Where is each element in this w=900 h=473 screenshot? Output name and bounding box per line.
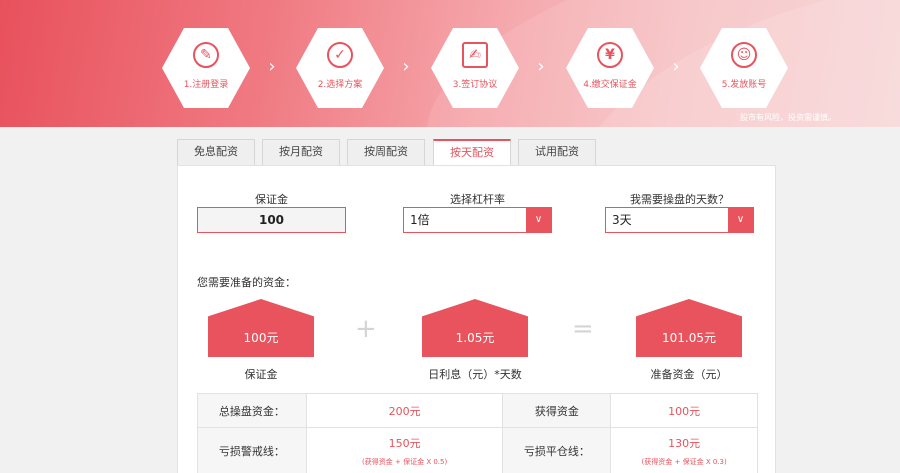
tab-trial[interactable]: 试用配资 [518,139,596,165]
table-row: 总操盘资金： 200元 获得资金 100元 [197,393,758,428]
loss-warning-cell: 150元 (获得资金 + 保证金 X 0.5) [305,427,504,473]
step-register: ✎ 1.注册登录 [162,28,250,108]
interest-caption: 日利息（元）*天数 [428,368,522,381]
step-choose-plan: ✓ 2.选择方案 [296,28,384,108]
obtained-funds-value: 100元 [610,393,758,428]
leverage-select[interactable]: 1倍 ∨ [403,207,552,233]
total-amount-card: 101.05元 [636,299,742,357]
days-value: 3天 [612,213,632,227]
process-banner: ✎ 1.注册登录 › ✓ 2.选择方案 › ✍ 3.签订协议 › ¥ 4.缴交保… [0,0,900,127]
stop-loss-value: 130元 [668,436,701,450]
deposit-input[interactable]: 100 [197,207,346,233]
plus-sign: + [355,314,377,344]
loss-warning-value: 150元 [388,436,421,450]
interest-amount-card: 1.05元 [422,299,528,357]
equals-sign: = [572,314,594,344]
chevron-down-icon[interactable]: ∨ [526,208,551,232]
interest-amount: 1.05元 [455,331,495,345]
check-icon: ✓ [327,42,353,68]
tab-weekly[interactable]: 按周配资 [347,139,425,165]
deposit-caption: 保证金 [244,368,278,381]
loss-warning-label: 亏损警戒线： [197,427,307,473]
step-issue-account: ☺ 5.发放账号 [700,28,788,108]
needed-funds-label: 您需要准备的资金： [197,276,296,289]
table-row: 亏损警戒线： 150元 (获得资金 + 保证金 X 0.5) 亏损平仓线： 13… [197,427,758,473]
total-trading-value: 200元 [305,393,504,428]
leverage-value: 1倍 [410,213,430,227]
loss-warning-formula: (获得资金 + 保证金 X 0.5) [362,457,448,466]
pen-icon: ✎ [193,42,219,68]
risk-notice: 股市有风险，投资需谨慎。 [740,113,836,122]
tab-interest-free[interactable]: 免息配资 [177,139,255,165]
funds-table: 总操盘资金： 200元 获得资金 100元 亏损警戒线： 150元 (获得资金 … [197,393,758,473]
obtained-funds-label: 获得资金 [502,393,612,428]
yen-icon: ¥ [597,42,623,68]
chevron-right-icon: › [268,56,276,77]
total-amount: 101.05元 [662,331,716,345]
tab-monthly[interactable]: 按月配资 [262,139,340,165]
chevron-right-icon: › [402,56,410,77]
user-icon: ☺ [731,42,757,68]
chevron-right-icon: › [672,56,680,77]
deposit-amount: 100元 [243,331,279,345]
tab-daily[interactable]: 按天配资 [433,139,511,166]
stop-loss-formula: (获得资金 + 保证金 X 0.3) [641,457,727,466]
deposit-label: 保证金 [255,193,288,206]
chevron-right-icon: › [537,56,545,77]
days-label: 我需要操盘的天数？ [630,193,729,206]
step-sign-agreement: ✍ 3.签订协议 [431,28,519,108]
step-label: 3.签订协议 [452,80,498,90]
stop-loss-label: 亏损平仓线： [502,427,612,473]
chevron-down-icon[interactable]: ∨ [728,208,753,232]
step-label: 4.缴交保证金 [583,80,637,90]
document-sign-icon: ✍ [462,42,488,68]
days-select[interactable]: 3天 ∨ [605,207,754,233]
daily-plan-panel: 保证金 100 选择杠杆率 1倍 ∨ 我需要操盘的天数？ 3天 ∨ 您需要准备的… [177,165,776,473]
deposit-amount-card: 100元 [208,299,314,357]
stop-loss-cell: 130元 (获得资金 + 保证金 X 0.3) [610,427,758,473]
leverage-label: 选择杠杆率 [450,193,505,206]
step-pay-deposit: ¥ 4.缴交保证金 [566,28,654,108]
total-caption: 准备资金（元） [650,368,728,381]
step-label: 5.发放账号 [721,80,767,90]
step-label: 2.选择方案 [317,80,363,90]
step-label: 1.注册登录 [183,80,229,90]
total-trading-label: 总操盘资金： [197,393,307,428]
